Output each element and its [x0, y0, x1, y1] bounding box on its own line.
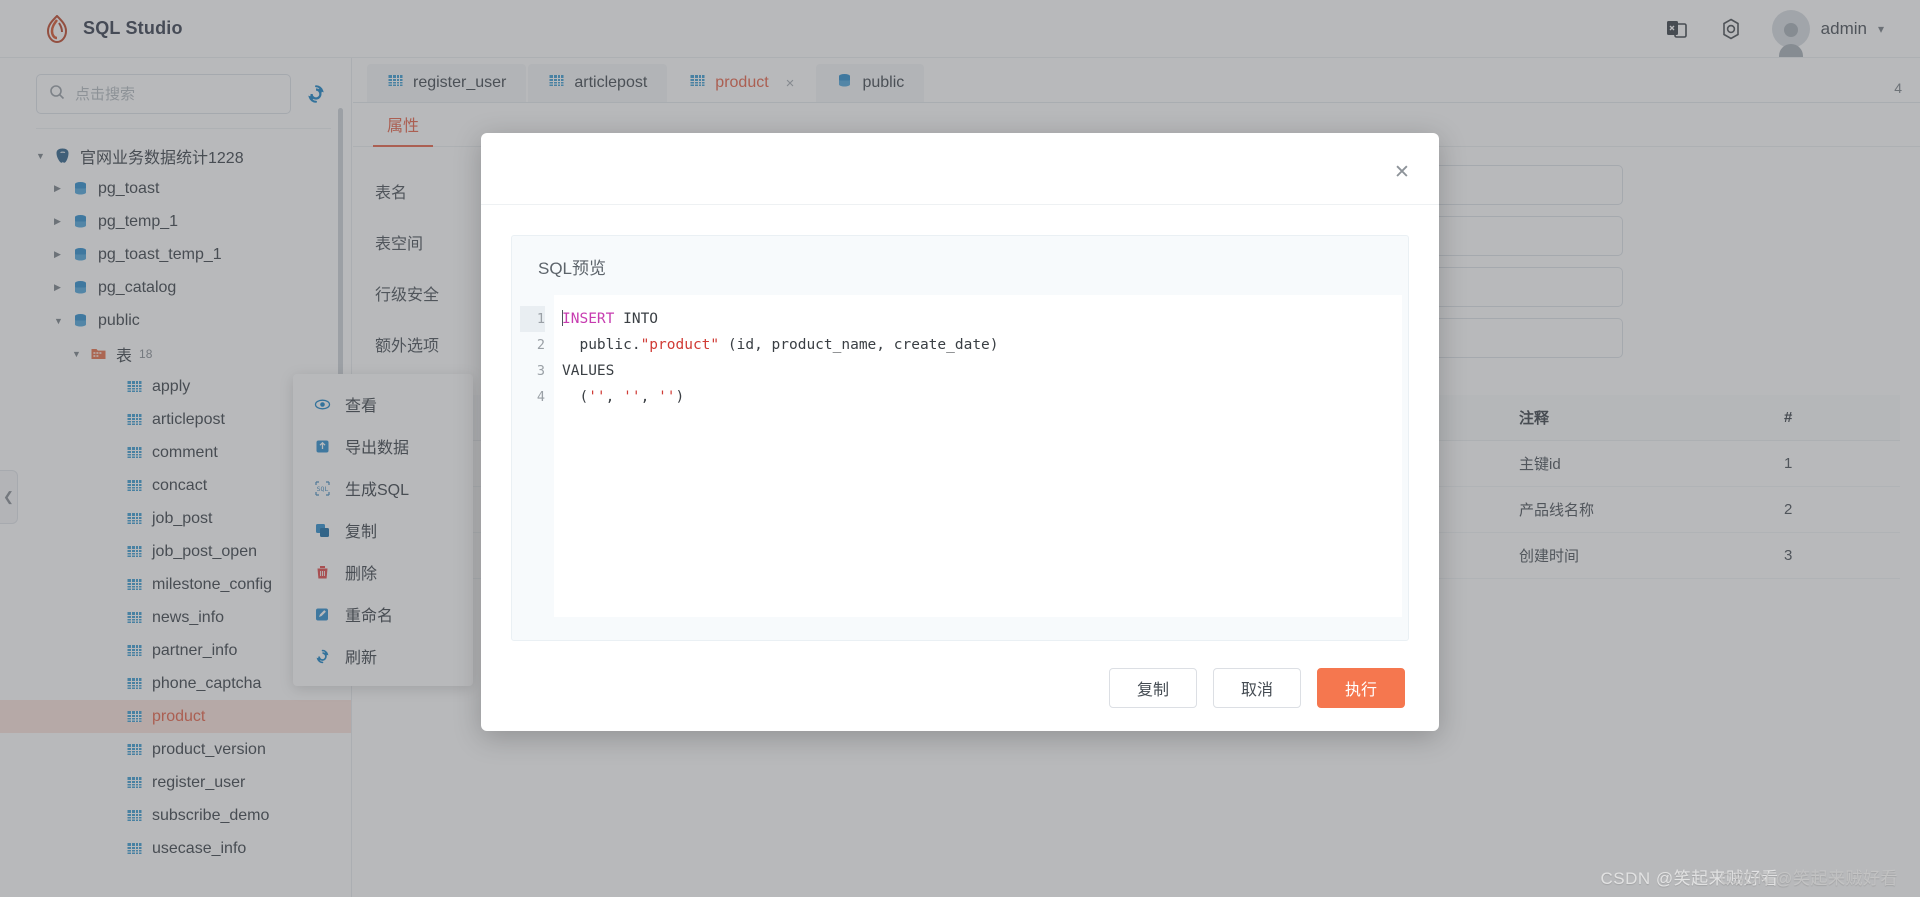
generate-sql-modal: ✕ SQL预览 1234 INSERT INTO public."product…: [481, 133, 1439, 731]
sql-token: VALUES: [562, 363, 614, 379]
line-number: 1: [520, 306, 545, 332]
copy-button[interactable]: 复制: [1109, 668, 1197, 708]
line-number: 2: [520, 332, 545, 358]
sql-token: ,: [606, 389, 623, 405]
sql-code: INSERT INTO public."product" (id, produc…: [554, 295, 1402, 410]
sql-token: ,: [641, 389, 658, 405]
sql-preview-panel: SQL预览 1234 INSERT INTO public."product" …: [511, 235, 1409, 641]
sql-token: (: [562, 389, 588, 405]
modal-header: ✕: [481, 133, 1439, 205]
sql-token: '': [588, 389, 605, 405]
sql-line: ('', '', ''): [562, 384, 1402, 410]
sql-token: '': [623, 389, 640, 405]
line-number: 3: [520, 358, 545, 384]
sql-editor[interactable]: 1234 INSERT INTO public."product" (id, p…: [554, 295, 1402, 617]
line-number-gutter: 1234: [520, 295, 554, 617]
line-number: 4: [520, 384, 545, 410]
sql-token: INTO: [614, 311, 658, 327]
sql-token: INSERT: [562, 311, 614, 327]
watermark-text-shadow: CSDN @笑起来贼好看: [1720, 869, 1898, 888]
execute-button[interactable]: 执行: [1317, 668, 1405, 708]
cancel-button[interactable]: 取消: [1213, 668, 1301, 708]
sql-token: '': [658, 389, 675, 405]
modal-footer: 复制 取消 执行: [481, 645, 1439, 731]
modal-body: SQL预览 1234 INSERT INTO public."product" …: [481, 205, 1439, 645]
bottom-bar: [0, 897, 1920, 903]
sql-line: public."product" (id, product_name, crea…: [562, 332, 1402, 358]
watermark: CSDN @笑起来贼好看 CSDN @笑起来贼好看: [1600, 864, 1898, 889]
sql-token: (id, product_name, create_date): [719, 337, 998, 353]
close-icon[interactable]: ✕: [1391, 161, 1413, 183]
sql-preview-title: SQL预览: [512, 236, 1408, 295]
sql-line: VALUES: [562, 358, 1402, 384]
sql-line: INSERT INTO: [562, 306, 1402, 332]
sql-token: public.: [562, 337, 641, 353]
sql-token: "product": [641, 337, 720, 353]
sql-token: ): [676, 389, 685, 405]
